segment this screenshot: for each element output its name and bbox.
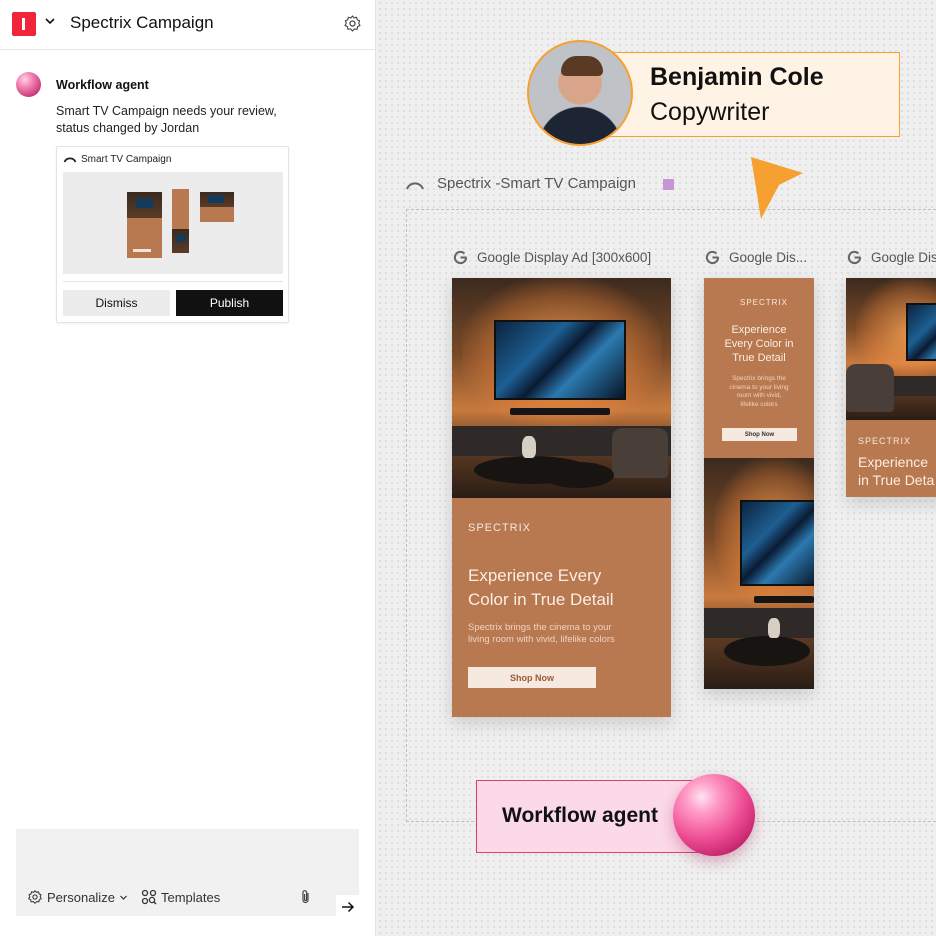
ad-headline: Experience Every Color in True Detail — [468, 564, 614, 612]
google-icon — [453, 250, 468, 265]
ad-headline-line: Every Color in — [724, 338, 794, 350]
ad-label-text: Google Display Ad [300x600] — [477, 250, 652, 265]
send-button[interactable] — [336, 895, 360, 919]
ad-label[interactable]: Google Display Ad [300x600] — [453, 250, 651, 265]
display-ad-wide[interactable]: SPECTRIX Experience in True Deta — [846, 278, 936, 497]
ad-hero-image — [452, 278, 671, 498]
ad-label[interactable]: Google Dis — [847, 250, 936, 265]
campaign-preview-thumbnail[interactable] — [63, 172, 283, 274]
gear-icon[interactable] — [343, 14, 362, 33]
ad-label-text: Google Dis — [871, 250, 936, 265]
review-card: Smart TV Campaign Dismiss Publish — [56, 146, 289, 323]
ad-headline: Experience Every Color in True Detail — [704, 323, 814, 365]
ad-hero-image — [846, 278, 936, 420]
templates-button[interactable]: Templates — [141, 889, 220, 905]
app-logo[interactable] — [12, 12, 36, 36]
collaborator-role: Copywriter — [650, 98, 770, 126]
agent-tag-label: Workflow agent — [502, 804, 658, 827]
card-divider — [63, 281, 283, 282]
display-ad-skinny[interactable]: SPECTRIX Experience Every Color in True … — [704, 278, 814, 689]
ad-brand: SPECTRIX — [468, 522, 532, 534]
publish-button[interactable]: Publish — [176, 290, 283, 316]
collaborator-avatar — [527, 40, 633, 146]
personalize-label: Personalize — [47, 889, 115, 905]
workflow-agent-tag: Workflow agent — [476, 780, 706, 853]
project-title[interactable]: Spectrix -Smart TV Campaign — [437, 175, 636, 192]
workflow-agent-orb — [673, 774, 755, 856]
ad-body-line: room with vivid, — [736, 392, 782, 399]
shop-now-button[interactable]: Shop Now — [468, 667, 596, 688]
page-title: Spectrix Campaign — [70, 13, 214, 32]
ad-body: Spectrix brings the cinema to your livin… — [468, 622, 615, 646]
dismiss-button[interactable]: Dismiss — [63, 290, 170, 316]
ad-headline: Experience in True Deta — [858, 453, 934, 489]
agent-message: Smart TV Campaign needs your review, sta… — [56, 103, 316, 137]
ad-body-line: lifelike colors — [740, 400, 778, 408]
ad-headline-line: Experience — [858, 454, 929, 470]
agent-message-line: status changed by Jordan — [56, 121, 200, 135]
personalize-button[interactable]: Personalize — [27, 889, 128, 905]
workflow-agent-avatar — [16, 72, 41, 97]
ad-headline-line: Experience Every — [468, 566, 602, 585]
collaborator-tag: Benjamin Cole Copywriter — [607, 52, 900, 137]
display-ad-300x600[interactable]: SPECTRIX Experience Every Color in True … — [452, 278, 671, 717]
mini-ad-skinny — [172, 189, 189, 253]
arrow-right-icon — [342, 901, 355, 913]
google-icon — [847, 250, 862, 265]
card-title: Smart TV Campaign — [81, 154, 172, 165]
collaborator-name: Benjamin Cole — [650, 63, 824, 91]
project-color-swatch — [663, 179, 674, 190]
workflow-panel: Spectrix Campaign Workflow agent Smart T… — [0, 0, 376, 936]
ad-label[interactable]: Google Dis... — [705, 250, 820, 265]
ad-headline-line: True Detail — [732, 352, 786, 364]
ad-body-line: cinema to your living — [729, 383, 789, 391]
ad-body: Spectrix brings the cinema to your livin… — [704, 375, 814, 409]
ad-hero-image — [704, 458, 814, 689]
design-canvas[interactable]: Spectrix -Smart TV Campaign Google Displ… — [377, 0, 936, 936]
ad-headline-line: Color in True Detail — [468, 590, 614, 609]
collaborator-cursor-icon — [751, 157, 803, 219]
ad-body-line: Spectrix brings the cinema to your — [468, 622, 612, 633]
paperclip-icon[interactable] — [299, 889, 312, 905]
campaign-arc-icon — [406, 182, 424, 190]
ad-brand: SPECTRIX — [740, 298, 789, 307]
campaign-arc-icon — [63, 157, 77, 163]
templates-label: Templates — [161, 889, 221, 905]
ad-brand: SPECTRIX — [858, 436, 912, 446]
google-icon — [705, 250, 720, 265]
mini-ad-wide — [200, 192, 234, 222]
ad-body-line: living room with vivid, lifelike colors — [468, 634, 615, 645]
chevron-down-icon — [120, 895, 127, 900]
mini-ad-tall — [127, 192, 162, 258]
panel-header: Spectrix Campaign — [0, 0, 376, 50]
ad-headline-line: in True Deta — [858, 472, 935, 488]
gear-icon — [28, 890, 42, 904]
shop-now-button[interactable]: Shop Now — [722, 428, 797, 441]
ad-headline-line: Experience — [731, 324, 787, 336]
chevron-down-icon[interactable] — [44, 15, 56, 27]
ad-body-line: Spectrix brings the — [732, 375, 786, 382]
templates-icon — [141, 889, 157, 905]
agent-name: Workflow agent — [56, 78, 149, 92]
agent-message-line: Smart TV Campaign needs your review, — [56, 104, 277, 118]
ad-label-text: Google Dis... — [729, 250, 808, 265]
